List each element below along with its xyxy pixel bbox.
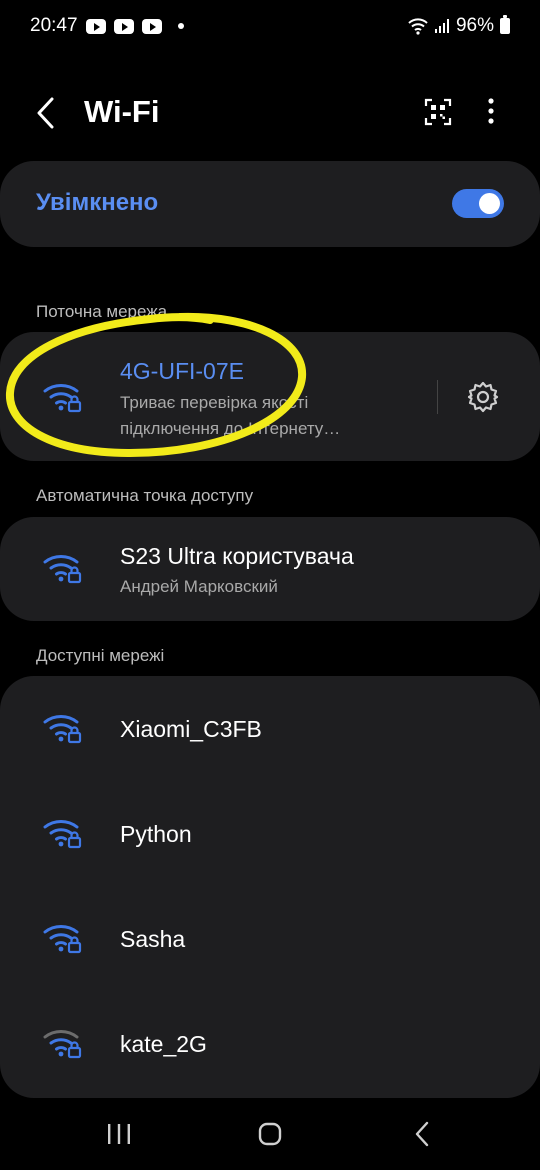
wifi-lock-icon [43, 555, 82, 584]
available-section-label: Доступні мережі [36, 646, 165, 665]
status-left: 20:47 [30, 15, 184, 37]
wifi-toggle-row[interactable]: Увімкнено [0, 161, 540, 247]
cell-signal-icon [434, 19, 449, 33]
network-name: Python [120, 821, 192, 847]
navigation-bar [0, 1100, 540, 1170]
network-row-xiaomi[interactable]: Xiaomi_C3FB [0, 676, 540, 781]
battery-icon [500, 15, 510, 34]
wifi-switch[interactable] [452, 189, 504, 218]
wifi-lock-icon [43, 820, 82, 849]
gear-icon[interactable] [466, 380, 500, 414]
back-arrow-icon[interactable] [32, 96, 60, 130]
hotspot-card[interactable]: S23 Ultra користувача Андрей Марковский [0, 517, 540, 621]
network-row-sasha[interactable]: Sasha [0, 886, 540, 991]
network-name: Xiaomi_C3FB [120, 716, 262, 742]
status-bar: 20:47 96% [0, 0, 540, 52]
nav-back-icon[interactable] [414, 1121, 430, 1147]
switch-knob [479, 193, 500, 214]
qr-scan-icon[interactable] [424, 98, 452, 126]
hotspot-name: S23 Ultra користувача [120, 543, 354, 569]
wifi-status-icon [408, 18, 428, 35]
status-time: 20:47 [30, 15, 78, 36]
hotspot-owner: Андрей Марковский [120, 577, 278, 596]
wifi-lock-weak-icon [43, 1030, 82, 1059]
highlight-circle-annotation [5, 312, 307, 458]
wifi-lock-icon [43, 925, 82, 954]
youtube-icon [85, 18, 106, 34]
battery-percent: 96% [455, 15, 494, 36]
home-icon[interactable] [258, 1122, 282, 1146]
youtube-icon [141, 18, 162, 34]
network-row-kate[interactable]: kate_2G [0, 991, 540, 1096]
page-title: Wi-Fi [84, 94, 160, 129]
wifi-toggle-label: Увімкнено [36, 189, 159, 216]
wifi-lock-icon [43, 715, 82, 744]
network-row-python[interactable]: Python [0, 781, 540, 886]
available-networks-list: Xiaomi_C3FB Python Sasha kate_2G [0, 676, 540, 1098]
network-name: kate_2G [120, 1031, 207, 1057]
notification-dot-icon [177, 23, 184, 29]
more-options-icon[interactable] [480, 96, 502, 126]
network-name: Sasha [120, 926, 186, 952]
app-bar: Wi-Fi [0, 80, 540, 146]
youtube-icon [113, 18, 134, 34]
status-right: 96% [408, 15, 510, 37]
divider [437, 380, 438, 414]
recent-apps-icon[interactable] [106, 1122, 132, 1146]
hotspot-section-label: Автоматична точка доступу [36, 486, 254, 505]
